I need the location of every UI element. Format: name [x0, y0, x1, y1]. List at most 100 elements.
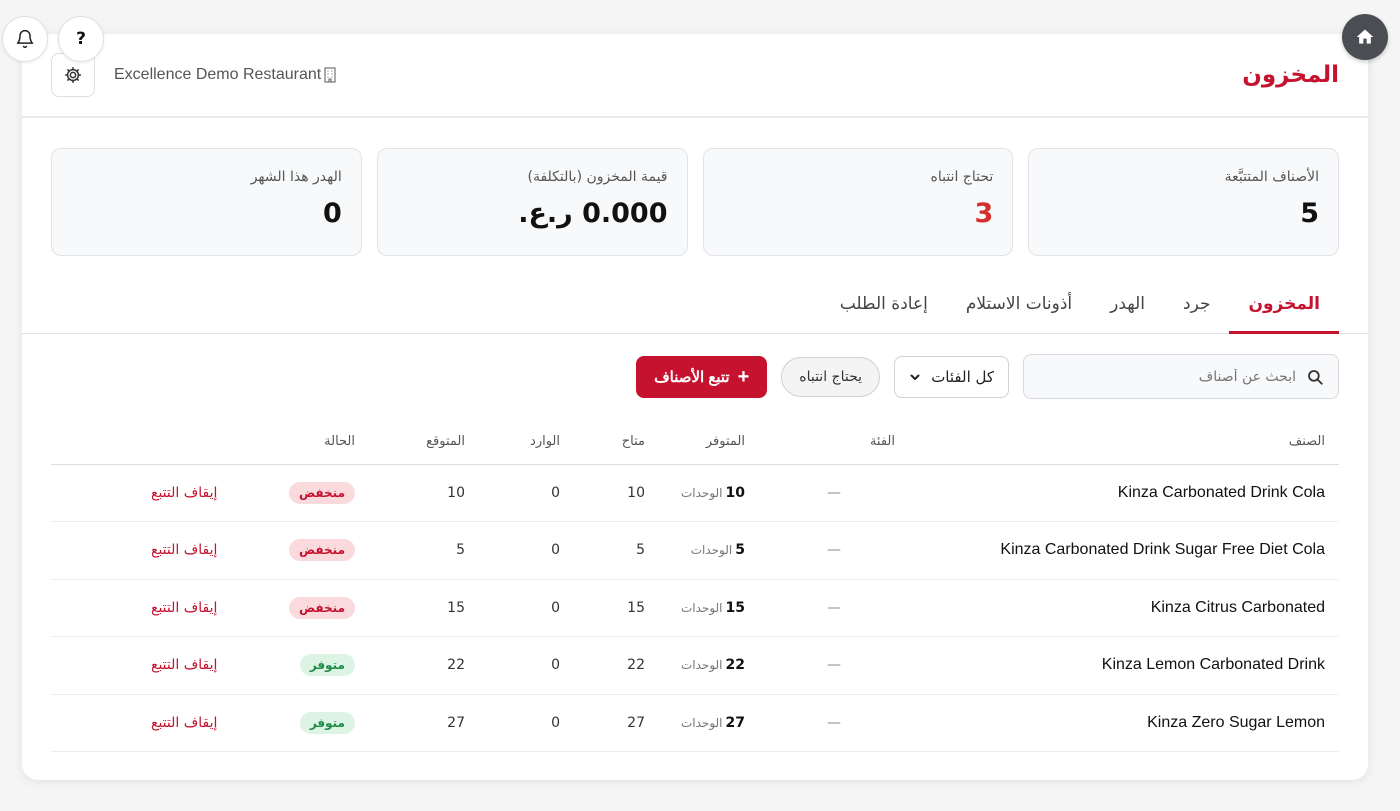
tab-waste[interactable]: الهدر [1091, 284, 1164, 334]
table-header-row: الصنف الفئة المتوفر متاح الوارد المتوقع … [51, 419, 1339, 465]
stop-tracking-label: إيقاف التتبع [151, 599, 218, 616]
col-on-hand: المتوفر [659, 419, 759, 465]
tab-reorder[interactable]: إعادة الطلب [821, 284, 947, 334]
tab-receipts[interactable]: أذونات الاستلام [947, 284, 1091, 334]
unit-label: الوحدات [680, 600, 723, 615]
stop-tracking-link[interactable]: إيقاف التتبع [51, 521, 269, 580]
tab-bar: المخزون جرد الهدر أذونات الاستلام إعادة … [22, 284, 1368, 334]
item-available: 22 [574, 636, 659, 695]
stat-value: 0 [322, 198, 342, 229]
col-expected: المتوقع [369, 419, 479, 465]
on-hand-value: 5 [735, 542, 745, 559]
item-on-hand: 10الوحدات [659, 464, 759, 522]
building-icon [324, 67, 336, 83]
unit-label: الوحدات [680, 715, 723, 730]
stop-tracking-label: إيقاف التتبع [151, 657, 218, 674]
bell-icon [16, 29, 34, 49]
inventory-card: Excellence Demo Restaurant المخزون الأصن… [22, 34, 1368, 780]
tab-stocktake[interactable]: جرد [1164, 284, 1229, 334]
stat-label: قيمة المخزون (بالتكلفة) [527, 169, 668, 185]
col-category: الفئة [759, 419, 909, 465]
status-badge: منخفض [289, 481, 355, 504]
notifications-button[interactable] [2, 16, 48, 62]
stat-value: 3 [974, 198, 994, 229]
stat-waste-this-month: الهدر هذا الشهر 0 [51, 148, 362, 256]
track-items-button[interactable]: + تتبع الأصناف [636, 355, 768, 398]
stat-inventory-value: قيمة المخزون (بالتكلفة) 0.000 ر.ع. [376, 148, 688, 256]
item-incoming: 0 [479, 464, 574, 522]
col-actions [51, 419, 269, 465]
item-available: 5 [574, 521, 659, 580]
item-status: متوفر [269, 636, 369, 695]
stop-tracking-label: إيقاف التتبع [151, 714, 218, 731]
col-incoming: الوارد [479, 419, 574, 465]
needs-attention-filter[interactable]: يحتاج انتباه [781, 356, 880, 397]
item-on-hand: 15الوحدات [659, 579, 759, 637]
stop-tracking-link[interactable]: إيقاف التتبع [51, 464, 269, 522]
track-items-label: تتبع الأصناف [654, 368, 730, 386]
stat-needs-attention: تحتاج انتباه 3 [702, 148, 1014, 256]
stop-tracking-link[interactable]: إيقاف التتبع [51, 694, 269, 752]
page-title: المخزون [1242, 62, 1339, 88]
restaurant-name-text: Excellence Demo Restaurant [114, 66, 322, 83]
table-row: Kinza Citrus Carbonated — 15الوحدات 15 0… [51, 579, 1339, 637]
status-badge: منخفض [289, 596, 355, 619]
chevron-down-icon [910, 374, 920, 380]
item-on-hand: 5الوحدات [659, 521, 759, 580]
on-hand-value: 10 [725, 484, 745, 501]
top-left-controls: ? [2, 16, 104, 62]
item-available: 10 [574, 464, 659, 522]
item-expected: 15 [369, 579, 479, 637]
item-category: — [759, 636, 909, 695]
item-status: منخفض [269, 579, 369, 637]
item-expected: 22 [369, 636, 479, 695]
stop-tracking-link[interactable]: إيقاف التتبع [51, 636, 269, 695]
stop-tracking-link[interactable]: إيقاف التتبع [51, 579, 269, 637]
on-hand-value: 22 [725, 657, 745, 674]
status-badge: متوفر [299, 711, 355, 734]
stat-tracked-items: الأصناف المتتبَّعة 5 [1028, 148, 1339, 256]
item-on-hand: 22الوحدات [659, 636, 759, 695]
item-on-hand: 27الوحدات [659, 694, 759, 752]
help-button[interactable]: ? [58, 16, 104, 62]
item-incoming: 0 [479, 579, 574, 637]
stat-label: تحتاج انتباه [930, 169, 994, 185]
restaurant-name: Excellence Demo Restaurant [114, 66, 337, 84]
page-header: Excellence Demo Restaurant المخزون [22, 34, 1368, 118]
tab-inventory[interactable]: المخزون [1229, 284, 1339, 334]
item-name: Kinza Citrus Carbonated [909, 579, 1339, 637]
table-row: Kinza Zero Sugar Lemon — 27الوحدات 27 0 … [51, 694, 1339, 752]
stop-tracking-label: إيقاف التتبع [151, 484, 218, 501]
item-category: — [759, 694, 909, 752]
status-badge: متوفر [299, 654, 355, 677]
item-status: منخفض [269, 464, 369, 522]
table-row: Kinza Carbonated Drink Sugar Free Diet C… [51, 521, 1339, 580]
item-category: — [759, 579, 909, 637]
status-badge: منخفض [289, 539, 355, 562]
category-select[interactable]: كل الفئات [894, 355, 1009, 398]
stop-tracking-label: إيقاف التتبع [151, 542, 218, 559]
search-box [1023, 354, 1339, 399]
unit-label: الوحدات [680, 485, 723, 500]
gear-icon [65, 67, 81, 83]
search-input[interactable] [1038, 368, 1296, 385]
item-incoming: 0 [479, 521, 574, 580]
home-button[interactable] [1342, 14, 1388, 60]
item-incoming: 0 [479, 694, 574, 752]
item-expected: 10 [369, 464, 479, 522]
item-status: منخفض [269, 521, 369, 580]
item-category: — [759, 521, 909, 580]
col-available: متاح [574, 419, 659, 465]
plus-icon: + [737, 365, 750, 388]
item-name: Kinza Carbonated Drink Cola [909, 464, 1339, 522]
table-row: Kinza Carbonated Drink Cola — 10الوحدات … [51, 464, 1339, 522]
col-item: الصنف [909, 419, 1339, 465]
stats-row: الأصناف المتتبَّعة 5 تحتاج انتباه 3 قيمة… [22, 118, 1368, 256]
on-hand-value: 27 [725, 714, 745, 731]
stat-value: 5 [1300, 198, 1319, 229]
item-name: Kinza Lemon Carbonated Drink [909, 636, 1339, 695]
stat-label: الهدر هذا الشهر [250, 169, 342, 185]
item-expected: 5 [369, 521, 479, 580]
unit-label: الوحدات [680, 658, 723, 673]
col-status: الحالة [269, 419, 369, 465]
